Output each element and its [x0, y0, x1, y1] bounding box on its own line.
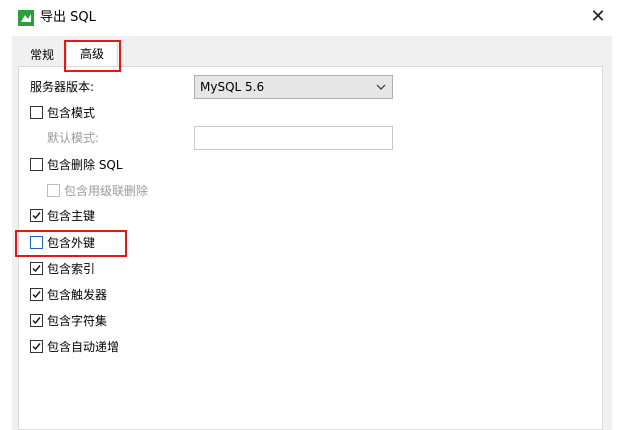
- include-foreign-key-label: 包含外键: [47, 236, 96, 250]
- checkmark-icon: [32, 343, 41, 351]
- include-drop-sql-label: 包含删除 SQL: [47, 158, 123, 172]
- window-title: 导出 SQL: [40, 10, 96, 25]
- include-drop-sql-checkbox[interactable]: [30, 158, 43, 171]
- checkmark-icon: [32, 291, 41, 299]
- default-schema-input[interactable]: [194, 126, 393, 150]
- include-index-label: 包含索引: [47, 262, 96, 276]
- include-charset-checkbox[interactable]: [30, 314, 43, 327]
- tab-general[interactable]: 常规: [18, 44, 66, 66]
- include-auto-increment-checkbox[interactable]: [30, 340, 43, 353]
- include-primary-key-label: 包含主键: [47, 209, 96, 223]
- advanced-panel: [18, 66, 603, 430]
- tab-advanced[interactable]: 高级: [66, 40, 118, 68]
- include-schema-label: 包含模式: [47, 106, 96, 120]
- default-schema-label: 默认模式:: [47, 131, 100, 145]
- server-version-value: MySQL 5.6: [200, 80, 265, 94]
- include-charset-label: 包含字符集: [47, 314, 108, 328]
- include-index-checkbox[interactable]: [30, 262, 43, 275]
- chevron-down-icon: [376, 84, 386, 90]
- checkmark-icon: [32, 265, 41, 273]
- include-trigger-label: 包含触发器: [47, 288, 108, 302]
- title-bar: 导出 SQL ✕: [0, 0, 640, 36]
- include-auto-increment-label: 包含自动递增: [47, 340, 120, 354]
- include-schema-checkbox[interactable]: [30, 106, 43, 119]
- navicat-app-icon: [18, 10, 34, 26]
- include-primary-key-checkbox[interactable]: [30, 209, 43, 222]
- close-button[interactable]: ✕: [588, 6, 608, 28]
- include-trigger-checkbox[interactable]: [30, 288, 43, 301]
- checkmark-icon: [32, 317, 41, 325]
- checkmark-icon: [32, 212, 41, 220]
- include-foreign-key-checkbox[interactable]: [30, 236, 43, 249]
- server-version-label: 服务器版本:: [30, 80, 95, 94]
- server-version-select[interactable]: MySQL 5.6: [194, 75, 393, 99]
- include-cascade-drop-checkbox: [47, 184, 60, 197]
- include-cascade-drop-label: 包含用级联删除: [64, 184, 149, 198]
